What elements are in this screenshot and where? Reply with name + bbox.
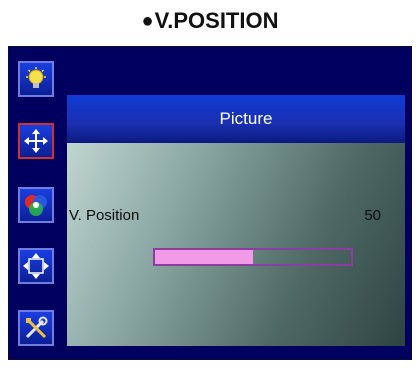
brightness-bulb-icon bbox=[26, 67, 46, 88]
caption-title: V.POSITION bbox=[154, 8, 279, 33]
tools-icon bbox=[25, 316, 48, 339]
osd-function-caption: ● V.POSITION bbox=[0, 4, 420, 38]
resolution-readout: 1024x768@60.1Hz bbox=[268, 369, 397, 386]
menu-item-brightness[interactable] bbox=[18, 61, 54, 97]
menu-item-tools[interactable] bbox=[18, 310, 54, 346]
slider-fill bbox=[155, 250, 253, 264]
panel-title: Picture bbox=[67, 95, 405, 143]
parameter-label: V. Position bbox=[69, 207, 140, 224]
bullet-icon: ● bbox=[141, 9, 154, 32]
size-arrows-icon bbox=[23, 253, 49, 279]
picture-panel: Picture V. Position 50 bbox=[67, 95, 405, 346]
parameter-value: 50 bbox=[364, 207, 381, 224]
v-position-slider[interactable] bbox=[153, 248, 353, 266]
position-arrows-icon bbox=[24, 129, 48, 153]
color-circles-icon bbox=[25, 195, 47, 216]
menu-item-size[interactable] bbox=[18, 248, 54, 284]
osd-menu: Picture V. Position 50 1024x768@60.1Hz bbox=[8, 46, 412, 386]
menu-item-color[interactable] bbox=[18, 187, 54, 223]
menu-item-position[interactable] bbox=[18, 123, 54, 159]
